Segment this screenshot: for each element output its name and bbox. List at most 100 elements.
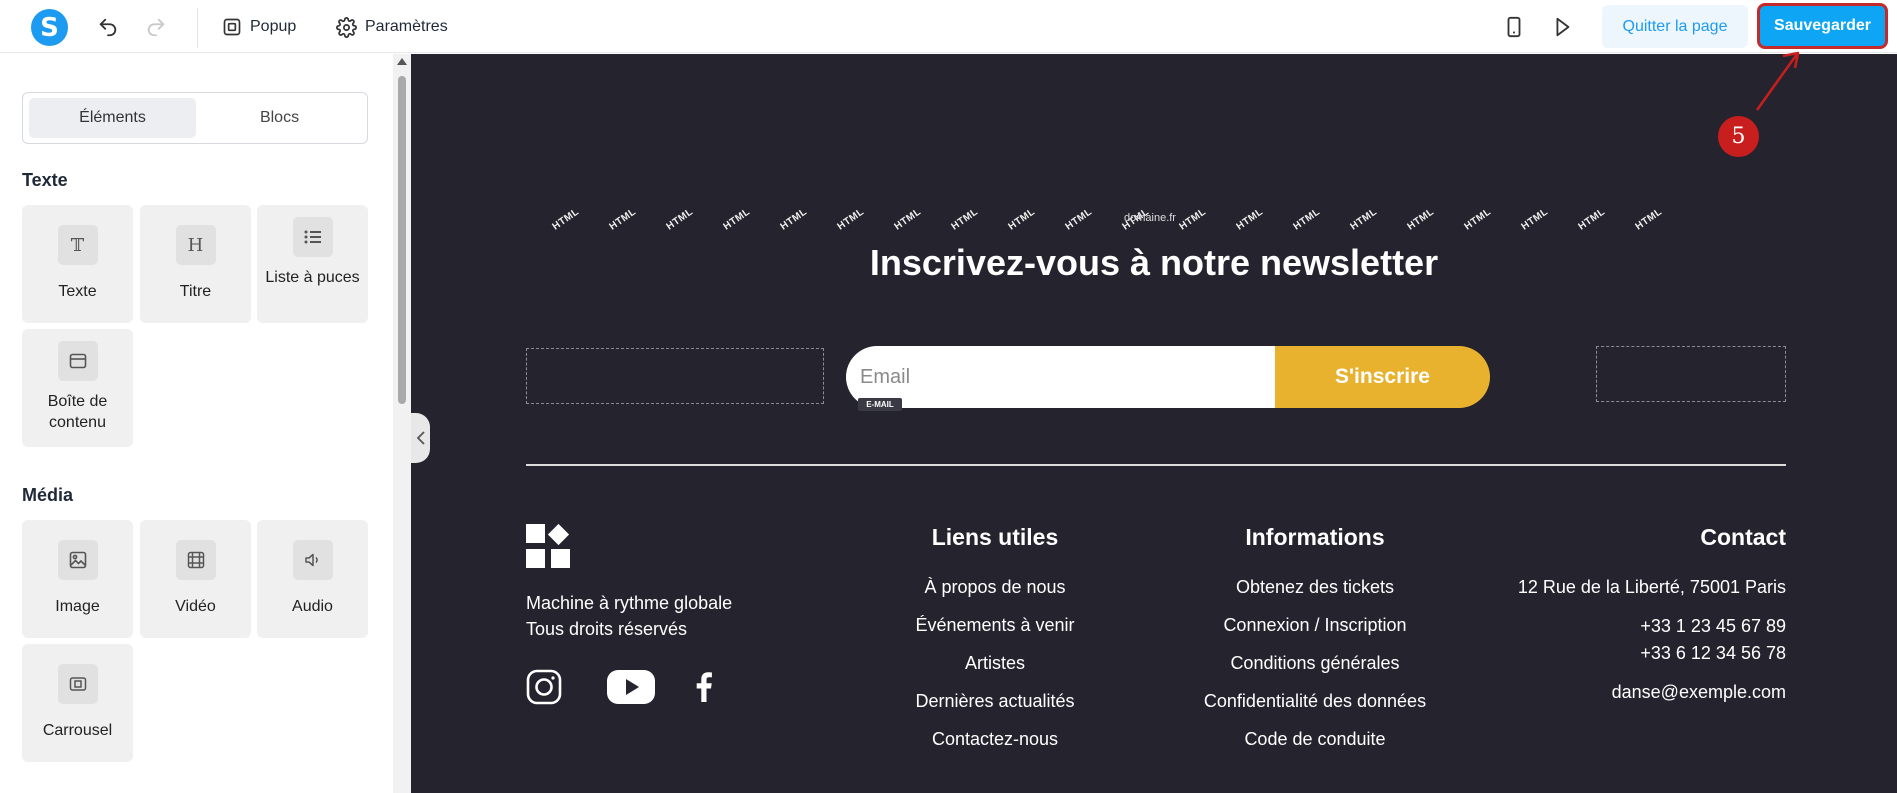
settings-button[interactable]: Paramètres <box>336 13 448 41</box>
section-title-text: Texte <box>22 170 68 190</box>
contact-phone-2[interactable]: +33 6 12 34 56 78 <box>1486 643 1786 664</box>
elements-sidebar: Éléments Blocs Texte 𝕋 Texte H Titre Lis… <box>0 54 393 793</box>
toolbar-divider <box>197 8 198 48</box>
footer-link[interactable]: Événements à venir <box>843 615 1147 636</box>
empty-slot-right[interactable] <box>1596 346 1786 402</box>
html-marker: HTML <box>721 206 753 233</box>
email-input[interactable] <box>860 346 1260 408</box>
footer-link[interactable]: Connexion / Inscription <box>1163 615 1467 636</box>
tab-elements[interactable]: Éléments <box>29 98 196 138</box>
element-card-image[interactable]: Image <box>22 520 133 638</box>
element-card-text[interactable]: 𝕋 Texte <box>22 205 133 323</box>
heading-icon: H <box>175 225 216 265</box>
tab-blocks-label: Blocs <box>259 109 300 126</box>
html-marker: HTML <box>1348 206 1380 233</box>
element-card-video[interactable]: Vidéo <box>140 520 251 638</box>
footer-link[interactable]: Confidentialité des données <box>1163 691 1467 712</box>
redo-icon[interactable] <box>142 13 170 41</box>
play-preview-icon[interactable] <box>1548 13 1576 41</box>
footer-link[interactable]: Obtenez des tickets <box>1163 577 1467 598</box>
html-marker: HTML <box>664 206 696 233</box>
logo-letter: S <box>40 12 59 43</box>
undo-icon[interactable] <box>94 13 122 41</box>
contact-address: 12 Rue de la Liberté, 75001 Paris <box>1517 577 1786 597</box>
tab-elements-label: Éléments <box>79 109 146 126</box>
footer-link[interactable]: Code de conduite <box>1163 729 1467 750</box>
collapse-sidebar-handle[interactable] <box>411 413 430 463</box>
html-marker: HTML <box>1576 206 1608 233</box>
sidebar-scrollbar[interactable] <box>393 54 411 793</box>
informations-title: Informations <box>1245 524 1385 550</box>
popup-label: Popup <box>250 18 297 35</box>
list-icon <box>292 217 333 257</box>
sidebar-tabs: Éléments Blocs <box>22 92 368 144</box>
contact-title: Contact <box>1700 524 1786 550</box>
footer-link[interactable]: Dernières actualités <box>843 691 1147 712</box>
scroll-thumb[interactable] <box>398 76 406 404</box>
html-marker: HTML <box>949 206 981 233</box>
instagram-icon[interactable] <box>526 669 562 705</box>
html-marker: HTML <box>1405 206 1437 233</box>
gear-icon <box>336 16 357 38</box>
newsletter-title[interactable]: Inscrivez-vous à notre newsletter <box>411 242 1897 284</box>
empty-slot-left[interactable] <box>526 348 824 404</box>
scroll-up-arrow[interactable] <box>397 58 407 65</box>
image-icon <box>57 540 98 580</box>
tab-blocks[interactable]: Blocs <box>196 98 363 138</box>
element-card-label: Image <box>55 598 100 615</box>
audio-icon <box>292 540 333 580</box>
element-card-label: Vidéo <box>175 598 216 615</box>
quit-page-button[interactable]: Quitter la page <box>1602 5 1748 48</box>
video-icon <box>175 540 216 580</box>
footer-divider <box>526 464 1786 466</box>
html-marker: HTML <box>1519 206 1551 233</box>
subscribe-button[interactable]: S'inscrire <box>1275 346 1490 408</box>
html-marker: HTML <box>1291 206 1323 233</box>
carousel-icon <box>57 664 98 704</box>
email-field[interactable] <box>846 346 1276 408</box>
element-card-heading[interactable]: H Titre <box>140 205 251 323</box>
element-card-content-box[interactable]: Boîte de contenu <box>22 329 133 447</box>
html-marker: HTML <box>607 206 639 233</box>
contact-email[interactable]: danse@exemple.com <box>1486 682 1786 703</box>
chevron-left-icon <box>416 431 425 445</box>
footer-link[interactable]: Contactez-nous <box>843 729 1147 750</box>
save-button[interactable]: Sauvegarder <box>1757 3 1888 49</box>
contact-phone-1[interactable]: +33 1 23 45 67 89 <box>1486 616 1786 637</box>
mobile-preview-icon[interactable] <box>1500 13 1528 41</box>
text-icon: 𝕋 <box>57 225 98 265</box>
subscribe-label: S'inscrire <box>1335 365 1430 388</box>
footer-tagline: Machine à rythme globale Tous droits rés… <box>526 590 732 642</box>
useful-links-title: Liens utiles <box>931 524 1059 550</box>
html-marker: HTML <box>1006 206 1038 233</box>
html-marker: HTML <box>1063 206 1095 233</box>
tagline-line-1: Machine à rythme globale <box>526 593 733 613</box>
step-badge: 5 <box>1718 116 1759 157</box>
element-card-label: Texte <box>58 283 97 300</box>
html-marker: HTML <box>1234 206 1266 233</box>
element-card-carousel[interactable]: Carrousel <box>22 644 133 762</box>
section-title-media: Média <box>22 485 74 505</box>
brand-logo-icon <box>526 524 570 568</box>
youtube-icon[interactable] <box>607 669 655 705</box>
element-card-label: Titre <box>179 283 212 300</box>
html-marker: HTML <box>1462 206 1494 233</box>
html-marker: HTML <box>1177 206 1209 233</box>
save-label: Sauvegarder <box>1774 17 1871 34</box>
footer-link[interactable]: À propos de nous <box>843 577 1147 598</box>
page-canvas: HTML HTML HTML HTML HTML HTML HTML HTML … <box>411 54 1897 793</box>
html-marker: HTML <box>1633 206 1665 233</box>
annotation-arrow <box>1755 51 1800 111</box>
tagline-line-2: Tous droits réservés <box>526 619 688 639</box>
popup-button[interactable]: Popup <box>222 13 296 41</box>
top-toolbar: S Popup Paramètres Quitter la page Sauve… <box>0 0 1897 53</box>
footer-link[interactable]: Conditions générales <box>1163 653 1467 674</box>
footer-link[interactable]: Artistes <box>843 653 1147 674</box>
element-card-list[interactable]: Liste à puces <box>257 205 368 323</box>
popup-icon <box>223 18 241 36</box>
facebook-icon[interactable] <box>693 669 715 705</box>
element-card-label: Boîte de contenu <box>47 393 108 431</box>
element-card-label: Liste à puces <box>265 269 360 286</box>
app-logo[interactable]: S <box>31 9 68 46</box>
element-card-audio[interactable]: Audio <box>257 520 368 638</box>
